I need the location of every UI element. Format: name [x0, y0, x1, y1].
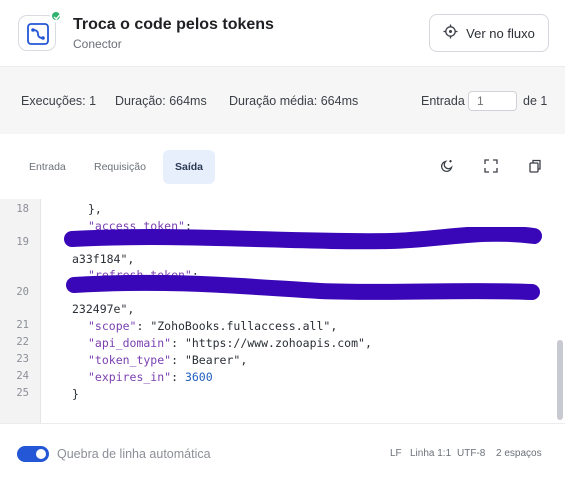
json-value: : "https://www.zohoapis.com", — [171, 336, 372, 350]
code-line: } — [72, 387, 79, 401]
page-title: Troca o code pelos tokens — [73, 16, 274, 33]
word-wrap-toggle[interactable] — [17, 446, 49, 462]
json-output-editor[interactable]: 18 19 20 21 22 23 24 25 }, "access_token… — [0, 199, 565, 423]
redaction-scribble — [64, 227, 542, 300]
line-number-gutter: 18 19 20 21 22 23 24 25 — [0, 199, 41, 423]
check-icon — [50, 10, 62, 22]
editor-scrollbar[interactable] — [557, 340, 563, 420]
encoding-status[interactable]: UTF-8 — [457, 448, 485, 459]
avg-duration-value: Duração média: 664ms — [229, 94, 359, 108]
view-in-flow-label: Ver no fluxo — [466, 25, 535, 41]
indent-status[interactable]: 2 espaços — [496, 448, 542, 459]
json-value: : "ZohoBooks.fullaccess.all", — [136, 319, 338, 333]
theme-moon-icon[interactable] — [439, 158, 455, 174]
cursor-position-status[interactable]: Linha 1:1 — [410, 448, 451, 459]
entry-total: de 1 — [523, 94, 548, 108]
code-line: "expires_in": 3600 — [88, 370, 213, 384]
line-number: 21 — [16, 319, 29, 331]
code-line: "api_domain": "https://www.zohoapis.com"… — [88, 336, 372, 350]
line-number: 19 — [16, 236, 29, 248]
line-number: 22 — [16, 336, 29, 348]
json-key: "scope" — [88, 319, 137, 333]
toggle-knob — [36, 449, 46, 459]
line-number: 23 — [16, 353, 29, 365]
json-key: "api_domain" — [88, 336, 172, 350]
copy-icon[interactable] — [527, 158, 543, 174]
code-line: "scope": "ZohoBooks.fullaccess.all", — [88, 319, 337, 333]
crosshair-icon — [443, 24, 458, 42]
tab-entrada[interactable]: Entrada — [17, 150, 78, 184]
tabs-bar: Entrada Requisição Saída — [0, 134, 565, 199]
editor-footer: Quebra de linha automática LF Linha 1:1 … — [0, 423, 565, 498]
line-number: 24 — [16, 370, 29, 382]
json-key: "token_type" — [88, 353, 172, 367]
executions-count: Execuções: 1 — [21, 94, 97, 108]
line-number: 18 — [16, 203, 29, 215]
view-in-flow-button[interactable]: Ver no fluxo — [429, 14, 549, 52]
entry-number-input[interactable] — [468, 91, 517, 111]
line-number: 20 — [16, 286, 29, 298]
connector-icon — [18, 15, 56, 51]
entry-label: Entrada — [421, 94, 465, 108]
word-wrap-label: Quebra de linha automática — [57, 447, 211, 461]
json-number: 3600 — [184, 370, 213, 384]
header: Troca o code pelos tokens Conector Ver n… — [0, 0, 565, 66]
page-subtitle: Conector — [73, 37, 122, 51]
json-key: "expires_in" — [88, 370, 172, 384]
duration-value: Duração: 664ms — [115, 94, 207, 108]
tab-requisicao[interactable]: Requisição — [82, 150, 158, 184]
json-punct: : — [171, 370, 185, 384]
tab-saida[interactable]: Saída — [163, 150, 216, 184]
code-line: }, — [88, 202, 102, 216]
expand-icon[interactable] — [483, 158, 499, 174]
code-line: "token_type": "Bearer", — [88, 353, 247, 367]
json-value: : "Bearer", — [171, 353, 248, 367]
line-ending-status[interactable]: LF — [390, 448, 402, 459]
line-number: 25 — [16, 387, 29, 399]
execution-stats-bar: Execuções: 1 Duração: 664ms Duração médi… — [0, 66, 565, 134]
